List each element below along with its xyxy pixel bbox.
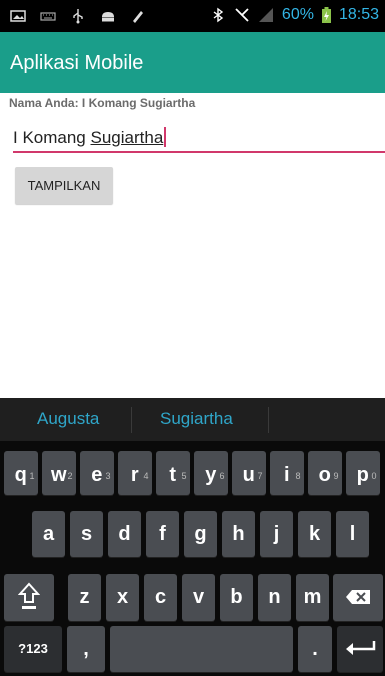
key-k[interactable]: k bbox=[298, 511, 331, 557]
key-hint: 4 bbox=[143, 471, 149, 481]
name-input[interactable]: I Komang Sugiartha bbox=[13, 119, 385, 153]
key-label: r bbox=[130, 464, 139, 486]
enter-icon bbox=[346, 641, 376, 655]
key-hint: 8 bbox=[295, 471, 301, 481]
text-caret bbox=[164, 127, 167, 147]
key-o[interactable]: o9 bbox=[308, 451, 342, 495]
key-label: o bbox=[318, 464, 331, 486]
key-w[interactable]: w2 bbox=[42, 451, 76, 495]
key-label: q bbox=[14, 464, 27, 486]
suggestion-divider bbox=[131, 407, 132, 433]
key-b[interactable]: b bbox=[220, 574, 253, 621]
space-key[interactable] bbox=[110, 626, 293, 672]
keyboard-icon bbox=[40, 12, 56, 21]
key-z[interactable]: z bbox=[68, 574, 101, 621]
signal-icon bbox=[258, 8, 273, 22]
backspace-key[interactable] bbox=[333, 574, 383, 621]
key-label: e bbox=[91, 464, 103, 486]
key-q[interactable]: q1 bbox=[4, 451, 38, 495]
key-t[interactable]: t5 bbox=[156, 451, 190, 495]
comma-key[interactable]: , bbox=[67, 626, 105, 672]
key-hint: 7 bbox=[257, 471, 263, 481]
image-icon bbox=[10, 10, 26, 22]
key-a[interactable]: a bbox=[32, 511, 65, 557]
key-h[interactable]: h bbox=[222, 511, 255, 557]
shift-key[interactable] bbox=[4, 574, 54, 621]
key-v[interactable]: v bbox=[182, 574, 215, 621]
key-label: u bbox=[242, 464, 255, 486]
key-j[interactable]: j bbox=[260, 511, 293, 557]
key-label: t bbox=[169, 464, 177, 486]
key-l[interactable]: l bbox=[336, 511, 369, 557]
clock: 18:53 bbox=[338, 6, 379, 23]
key-label: p bbox=[356, 464, 369, 486]
key-hint: 6 bbox=[219, 471, 225, 481]
name-output-label: Nama Anda: I Komang Sugiartha bbox=[9, 96, 196, 110]
pen-icon bbox=[133, 11, 143, 23]
key-i[interactable]: i8 bbox=[270, 451, 304, 495]
show-button[interactable]: TAMPILKAN bbox=[15, 167, 113, 204]
symbols-key[interactable]: ?123 bbox=[4, 626, 62, 672]
battery-percent: 60% bbox=[281, 6, 314, 23]
key-r[interactable]: r4 bbox=[118, 451, 152, 495]
app-title: Aplikasi Mobile bbox=[10, 52, 144, 74]
enter-key[interactable] bbox=[337, 626, 383, 672]
android-icon bbox=[102, 12, 114, 22]
suggestion-strip: Augusta Sugiartha bbox=[0, 398, 385, 441]
status-icons-left bbox=[10, 8, 146, 24]
key-m[interactable]: m bbox=[296, 574, 329, 621]
key-label: i bbox=[283, 464, 290, 486]
name-input-text: I Komang Sugiartha bbox=[13, 127, 167, 148]
key-g[interactable]: g bbox=[184, 511, 217, 557]
bluetooth-icon bbox=[213, 7, 224, 23]
key-u[interactable]: u7 bbox=[232, 451, 266, 495]
key-label: w bbox=[50, 464, 67, 486]
key-hint: 2 bbox=[67, 471, 73, 481]
key-f[interactable]: f bbox=[146, 511, 179, 557]
name-input-value-composing: Sugiartha bbox=[90, 128, 164, 147]
usb-icon bbox=[73, 9, 83, 24]
key-s[interactable]: s bbox=[70, 511, 103, 557]
mute-icon bbox=[235, 8, 249, 22]
key-hint: 3 bbox=[105, 471, 111, 481]
key-n[interactable]: n bbox=[258, 574, 291, 621]
main-content: Nama Anda: I Komang Sugiartha I Komang S… bbox=[0, 93, 385, 398]
action-bar: Aplikasi Mobile bbox=[0, 32, 385, 93]
key-p[interactable]: p0 bbox=[346, 451, 380, 495]
suggestion-2[interactable]: Sugiartha bbox=[160, 409, 233, 429]
key-hint: 0 bbox=[371, 471, 377, 481]
status-bar: 60% 18:53 bbox=[0, 0, 385, 32]
key-d[interactable]: d bbox=[108, 511, 141, 557]
suggestion-1[interactable]: Augusta bbox=[37, 409, 99, 429]
key-c[interactable]: c bbox=[144, 574, 177, 621]
key-hint: 9 bbox=[333, 471, 339, 481]
key-x[interactable]: x bbox=[106, 574, 139, 621]
suggestion-divider bbox=[268, 407, 269, 433]
name-input-value-plain: I Komang bbox=[13, 128, 91, 147]
period-key[interactable]: . bbox=[298, 626, 332, 672]
status-icons-right: 60% 18:53 bbox=[210, 6, 379, 24]
battery-charging-icon bbox=[321, 7, 331, 23]
key-e[interactable]: e3 bbox=[80, 451, 114, 495]
backspace-icon bbox=[346, 590, 370, 604]
shift-icon bbox=[17, 582, 41, 609]
soft-keyboard: Augusta Sugiartha q1w2e3r4t5y6u7i8o9p0 a… bbox=[0, 398, 385, 676]
key-hint: 1 bbox=[29, 471, 35, 481]
key-hint: 5 bbox=[181, 471, 187, 481]
key-label: y bbox=[205, 464, 217, 486]
key-y[interactable]: y6 bbox=[194, 451, 228, 495]
